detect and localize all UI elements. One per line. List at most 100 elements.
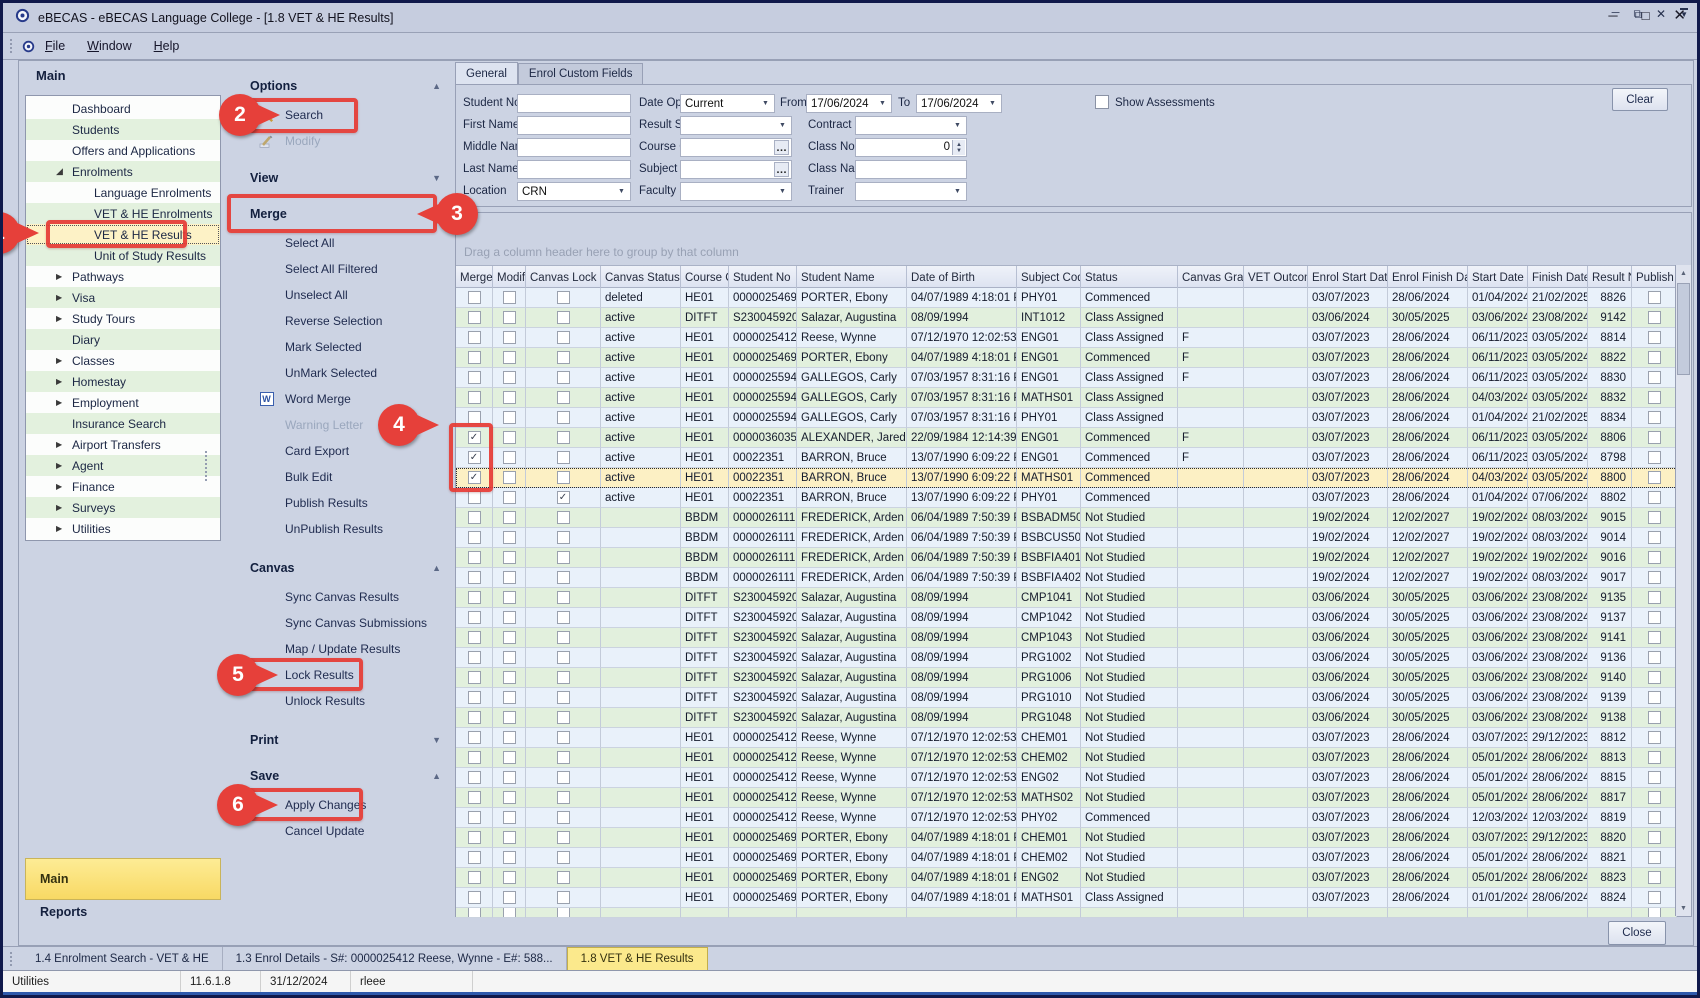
faculty-select[interactable]: ▼ <box>680 182 792 201</box>
cell-modified[interactable] <box>493 468 526 488</box>
class-name-input[interactable] <box>855 160 967 179</box>
publish-checkbox[interactable] <box>1648 411 1661 424</box>
to-date-input[interactable]: 17/06/2024 ▼ <box>916 94 1002 113</box>
from-date-input[interactable]: 17/06/2024 ▼ <box>806 94 892 113</box>
collapsed-icon[interactable]: ▶ <box>56 482 62 491</box>
cell-merge[interactable] <box>456 308 493 328</box>
publish-checkbox[interactable] <box>1648 671 1661 684</box>
cell-publish[interactable] <box>1632 868 1677 888</box>
cell-canvas-lock-result[interactable] <box>526 708 601 728</box>
merge-checkbox[interactable] <box>468 491 481 504</box>
table-row[interactable]: BBDM0000026111FREDERICK, Arden06/04/1989… <box>456 508 1677 528</box>
window-tab-1-3-enrol-details[interactable]: 1.3 Enrol Details - S#: 0000025412 Reese… <box>223 947 567 971</box>
cell-merge[interactable] <box>456 688 493 708</box>
cell-modified[interactable] <box>493 568 526 588</box>
publish-checkbox[interactable] <box>1648 811 1661 824</box>
sidebar-item-airport-transfers[interactable]: ▶Airport Transfers <box>26 434 220 455</box>
location-select[interactable]: CRN ▼ <box>517 182 631 201</box>
publish-checkbox[interactable] <box>1648 471 1661 484</box>
canvas-lock-result-checkbox[interactable] <box>557 791 570 804</box>
collapsed-icon[interactable]: ▶ <box>56 503 62 512</box>
table-row[interactable]: BBDM0000026111FREDERICK, Arden06/04/1989… <box>456 528 1677 548</box>
cell-canvas-lock-result[interactable] <box>526 408 601 428</box>
cell-merge[interactable] <box>456 888 493 908</box>
chevron-down-icon[interactable]: ▼ <box>951 119 964 132</box>
modified-checkbox[interactable] <box>503 491 516 504</box>
sidebar-item-employment[interactable]: ▶Employment <box>26 392 220 413</box>
canvas-lock-result-checkbox[interactable] <box>557 471 570 484</box>
merge-checkbox[interactable] <box>468 391 481 404</box>
cell-publish[interactable] <box>1632 828 1677 848</box>
table-row[interactable]: DITFTS230045920Salazar, Augustina08/09/1… <box>456 588 1677 608</box>
canvas-lock-result-checkbox[interactable] <box>557 291 570 304</box>
collapsed-icon[interactable]: ▶ <box>56 461 62 470</box>
publish-checkbox[interactable] <box>1648 611 1661 624</box>
section-view[interactable]: View▼ <box>222 166 455 190</box>
table-row[interactable]: BBDM0000026111FREDERICK, Arden06/04/1989… <box>456 568 1677 588</box>
modified-checkbox[interactable] <box>503 831 516 844</box>
action-unselect-all[interactable]: Unselect All <box>222 282 455 308</box>
publish-checkbox[interactable] <box>1648 571 1661 584</box>
col-header-enrol-start-date[interactable]: Enrol Start Date <box>1308 266 1388 289</box>
cell-modified[interactable] <box>493 448 526 468</box>
table-row[interactable]: DITFTS230045920Salazar, Augustina08/09/1… <box>456 668 1677 688</box>
cell-publish[interactable] <box>1632 628 1677 648</box>
last-name-input[interactable] <box>517 160 631 179</box>
cell-merge[interactable] <box>456 508 493 528</box>
cell-modified[interactable] <box>493 508 526 528</box>
sidebar-item-enrolments[interactable]: ◢Enrolments <box>26 161 220 182</box>
chevron-down-icon[interactable]: ▼ <box>951 185 964 198</box>
expand-arrow-icon[interactable]: ▼ <box>432 173 441 183</box>
cell-canvas-lock-result[interactable] <box>526 908 601 918</box>
publish-checkbox[interactable] <box>1648 311 1661 324</box>
publish-checkbox[interactable] <box>1648 351 1661 364</box>
publish-checkbox[interactable] <box>1648 291 1661 304</box>
table-row[interactable]: ✓activeHE010000036035ALEXANDER, Jared22/… <box>456 428 1677 448</box>
cell-publish[interactable] <box>1632 428 1677 448</box>
modified-checkbox[interactable] <box>503 571 516 584</box>
merge-checkbox[interactable] <box>468 891 481 904</box>
cell-canvas-lock-result[interactable] <box>526 668 601 688</box>
cell-publish[interactable] <box>1632 888 1677 908</box>
merge-checkbox[interactable] <box>468 871 481 884</box>
action-unmark-selected[interactable]: UnMark Selected <box>222 360 455 386</box>
trainer-select[interactable]: ▼ <box>855 182 967 201</box>
clear-button[interactable]: Clear <box>1612 88 1668 111</box>
sidebar-item-insurance-search[interactable]: Insurance Search <box>26 413 220 434</box>
modified-checkbox[interactable] <box>503 711 516 724</box>
action-cancel-update[interactable]: Cancel Update <box>222 818 455 844</box>
modified-checkbox[interactable] <box>503 511 516 524</box>
table-row[interactable]: HE010000025469PORTER, Ebony04/07/1989 4:… <box>456 888 1677 908</box>
section-options[interactable]: Options▲ <box>222 74 455 98</box>
chevron-down-icon[interactable]: ▼ <box>776 185 789 198</box>
col-header-student-no[interactable]: Student No <box>729 266 797 289</box>
cell-modified[interactable] <box>493 668 526 688</box>
tabbar-drag-handle[interactable] <box>9 951 14 967</box>
action-card-export[interactable]: Card Export <box>222 438 455 464</box>
canvas-lock-result-checkbox[interactable] <box>557 411 570 424</box>
collapsed-icon[interactable]: ▶ <box>56 314 62 323</box>
chevron-down-icon[interactable]: ▼ <box>776 119 789 132</box>
chevron-down-icon[interactable]: ▼ <box>759 97 772 110</box>
cell-modified[interactable] <box>493 868 526 888</box>
collapsed-icon[interactable]: ▶ <box>56 398 62 407</box>
table-row[interactable]: HE010000025412Reese, Wynne07/12/1970 12:… <box>456 728 1677 748</box>
sidebar-item-diary[interactable]: Diary <box>26 329 220 350</box>
canvas-lock-result-checkbox[interactable]: ✓ <box>557 491 570 504</box>
contract-select[interactable]: ▼ <box>855 116 967 135</box>
cell-publish[interactable] <box>1632 348 1677 368</box>
cell-publish[interactable] <box>1632 408 1677 428</box>
cell-publish[interactable] <box>1632 608 1677 628</box>
publish-checkbox[interactable] <box>1648 791 1661 804</box>
modified-checkbox[interactable] <box>503 871 516 884</box>
canvas-lock-result-checkbox[interactable] <box>557 391 570 404</box>
cell-canvas-lock-result[interactable] <box>526 328 601 348</box>
canvas-lock-result-checkbox[interactable] <box>557 331 570 344</box>
canvas-lock-result-checkbox[interactable] <box>557 531 570 544</box>
cell-publish[interactable] <box>1632 668 1677 688</box>
action-word-merge[interactable]: WWord Merge <box>222 386 455 412</box>
cell-canvas-lock-result[interactable] <box>526 608 601 628</box>
modified-checkbox[interactable] <box>503 451 516 464</box>
cell-publish[interactable] <box>1632 808 1677 828</box>
canvas-lock-result-checkbox[interactable] <box>557 431 570 444</box>
